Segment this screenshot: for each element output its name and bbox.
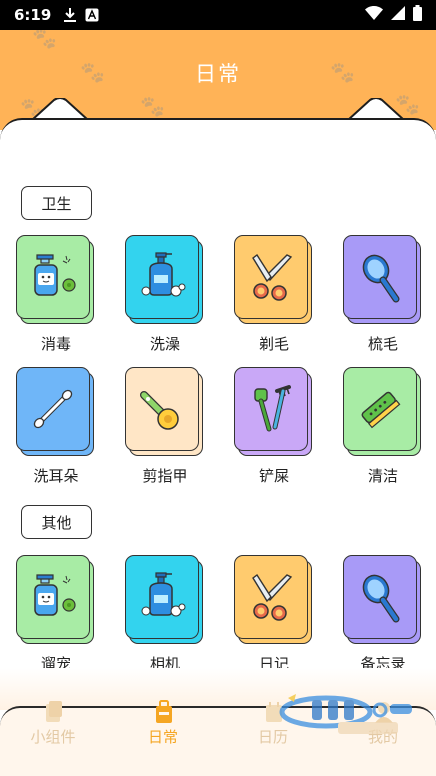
tile-bath[interactable]: 洗澡 <box>125 235 205 353</box>
tile-groom[interactable]: 梳毛 <box>343 235 423 353</box>
paw-icon: 🐾 <box>140 94 165 118</box>
scissors-icon <box>252 573 293 621</box>
cotton-swab-icon <box>33 389 73 429</box>
tile-label: 洗澡 <box>149 335 180 353</box>
sanitizer-virus-icon <box>34 254 76 296</box>
tile-scoop-poop[interactable]: 铲屎 <box>234 367 314 485</box>
tile-walk-pet[interactable]: 遛宠 <box>16 555 96 673</box>
wifi-icon <box>365 6 383 24</box>
tile-clean[interactable]: 清洁 <box>343 367 423 485</box>
tile-memo[interactable]: 备忘录 <box>343 555 423 673</box>
cleaning-brush-icon <box>361 391 401 429</box>
tile-label: 剪指甲 <box>142 467 188 485</box>
paw-icon: 🐾 <box>32 30 57 50</box>
battery-icon <box>413 5 422 25</box>
tile-camera[interactable]: 相机 <box>125 555 205 673</box>
page-title: 日常 <box>195 62 241 86</box>
tile-label: 清洁 <box>367 467 398 485</box>
nav-tab-daily[interactable]: 日常 <box>118 700 208 768</box>
tile-diary[interactable]: 日记 <box>234 555 314 673</box>
nav-label: 小组件 <box>30 728 76 746</box>
widgets-icon <box>46 701 62 722</box>
app-notification-icon <box>85 8 99 22</box>
tile-ear-clean[interactable]: 洗耳朵 <box>16 367 96 485</box>
tile-label: 剃毛 <box>258 335 289 353</box>
status-time: 6:19 <box>14 6 52 24</box>
tile-label: 消毒 <box>40 335 71 353</box>
tile-nail-trim[interactable]: 剪指甲 <box>125 367 205 485</box>
section-label-hygiene: 卫生 <box>21 186 92 220</box>
tile-shave[interactable]: 剃毛 <box>234 235 314 353</box>
shampoo-bottle-icon <box>141 572 186 617</box>
scissors-icon <box>252 253 293 301</box>
tile-label: 梳毛 <box>367 335 398 353</box>
shovel-rake-icon <box>254 385 291 432</box>
brush-icon <box>362 254 400 303</box>
section-label-other: 其他 <box>21 505 92 539</box>
tile-disinfect[interactable]: 消毒 <box>16 235 96 353</box>
nail-clipper-icon <box>140 391 179 430</box>
tile-label: 铲屎 <box>258 467 289 485</box>
nav-tab-widgets[interactable]: 小组件 <box>8 701 98 768</box>
nav-label: 日常 <box>147 728 178 746</box>
sanitizer-virus-icon <box>34 574 76 616</box>
shampoo-bottle-icon <box>141 252 186 297</box>
brush-icon <box>362 574 400 623</box>
watermark-logo-icon <box>279 694 412 734</box>
signal-icon <box>391 6 405 24</box>
status-bar: 6:19 <box>0 0 436 30</box>
download-icon <box>63 7 77 23</box>
daily-bag-icon <box>156 700 172 723</box>
tile-label: 洗耳朵 <box>33 467 79 485</box>
